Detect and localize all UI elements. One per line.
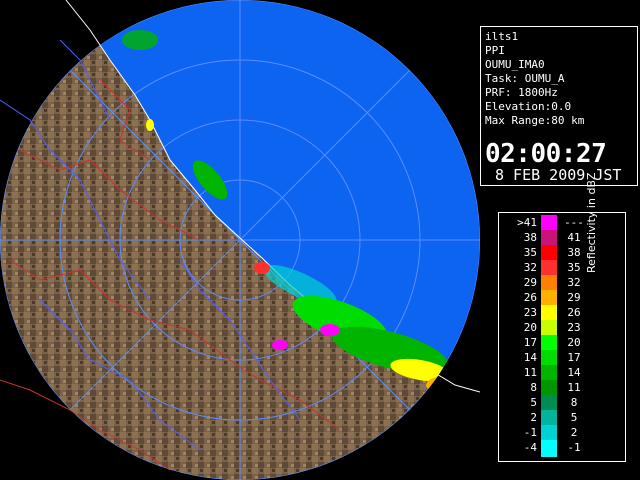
radar-name: ilts1 xyxy=(485,30,519,43)
reflectivity-legend: >41 --- 38 41 35 38 32 35 29 32 26 29 23 26 20 23 17 20 14… xyxy=(498,172,626,462)
legend-high-value: 20 xyxy=(567,336,581,349)
legend-low-value: 20 xyxy=(523,321,537,334)
azimuth-spokes xyxy=(0,0,480,480)
elevation-value: Elevation:0.0 xyxy=(485,100,572,113)
legend-high-value: 2 xyxy=(570,426,578,439)
legend-high-value: 14 xyxy=(567,366,581,379)
legend-high-value: 5 xyxy=(570,411,578,424)
legend-low-value: -4 xyxy=(523,441,537,454)
legend-high-value: -1 xyxy=(567,441,581,454)
radar-ppi-display[interactable] xyxy=(0,0,480,480)
legend-high-value: 26 xyxy=(567,306,581,319)
radar-map xyxy=(0,0,480,480)
product-name: OUMU_IMA0 xyxy=(485,58,545,71)
legend-low-value: 32 xyxy=(523,261,537,274)
legend-low-value: 2 xyxy=(530,411,537,424)
legend-high-value: 8 xyxy=(570,396,578,409)
max-range-value: Max Range:80 km xyxy=(485,114,585,127)
legend-low-value: 38 xyxy=(523,231,537,244)
legend-low-value: >41 xyxy=(517,216,537,229)
legend-low-value: -1 xyxy=(523,426,537,439)
task-name: Task: OUMU_A xyxy=(485,72,565,85)
legend-low-value: 26 xyxy=(523,291,537,304)
legend-high-value: 29 xyxy=(567,291,581,304)
legend-title: Reflectivity in dBZ xyxy=(585,172,598,273)
legend-color-swatch xyxy=(541,440,557,457)
scan-type: PPI xyxy=(485,44,505,57)
legend-low-value: 5 xyxy=(530,396,537,409)
scan-date: 8 FEB 2009 JST xyxy=(495,166,622,184)
legend-low-value: 23 xyxy=(523,306,537,319)
legend-low-value: 14 xyxy=(523,351,537,364)
legend-low-value: 29 xyxy=(523,276,537,289)
scan-info-panel: ilts1 PPI OUMU_IMA0 Task: OUMU_A PRF: 18… xyxy=(480,26,638,186)
legend-high-value: 17 xyxy=(567,351,581,364)
legend-low-value: 11 xyxy=(523,366,537,379)
legend-high-value: 23 xyxy=(567,321,581,334)
legend-high-value: 32 xyxy=(567,276,581,289)
prf-value: PRF: 1800Hz xyxy=(485,86,558,99)
legend-low-value: 35 xyxy=(523,246,537,259)
legend-low-value: 17 xyxy=(523,336,537,349)
legend-low-value: 8 xyxy=(530,381,537,394)
legend-high-value: 11 xyxy=(567,381,581,394)
